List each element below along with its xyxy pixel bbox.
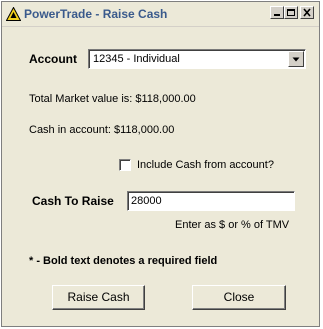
- powertrade-a-icon: [6, 7, 21, 21]
- close-window-button[interactable]: [300, 6, 314, 19]
- required-field-note: * - Bold text denotes a required field: [29, 255, 218, 267]
- minimize-icon: [274, 14, 280, 16]
- account-selected-value: 12345 - Individual: [93, 53, 180, 65]
- cash-to-raise-label: Cash To Raise: [32, 194, 114, 208]
- chevron-down-icon: [292, 57, 300, 62]
- total-market-value-text: Total Market value is: $118,000.00: [29, 93, 196, 105]
- close-icon: [303, 8, 311, 17]
- raise-cash-dialog: PowerTrade - Raise Cash Account 12345 - …: [1, 1, 320, 327]
- cash-to-raise-input[interactable]: [127, 191, 295, 211]
- maximize-button[interactable]: [284, 6, 298, 19]
- maximize-icon: [287, 9, 295, 16]
- cash-to-raise-hint: Enter as $ or % of TMV: [175, 219, 290, 231]
- account-dropdown-button[interactable]: [288, 51, 304, 67]
- account-select[interactable]: 12345 - Individual: [88, 49, 306, 69]
- window-title: PowerTrade - Raise Cash: [24, 7, 168, 21]
- raise-cash-button[interactable]: Raise Cash: [52, 285, 145, 310]
- minimize-button[interactable]: [270, 6, 284, 19]
- cash-in-account-text: Cash in account: $118,000.00: [29, 124, 175, 136]
- include-cash-label[interactable]: Include Cash from account?: [137, 159, 274, 171]
- include-cash-checkbox[interactable]: [119, 159, 131, 171]
- title-bar[interactable]: PowerTrade - Raise Cash: [2, 2, 319, 27]
- account-label: Account: [29, 52, 77, 66]
- close-button[interactable]: Close: [192, 285, 286, 310]
